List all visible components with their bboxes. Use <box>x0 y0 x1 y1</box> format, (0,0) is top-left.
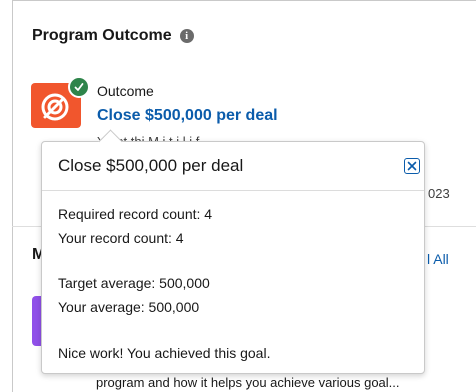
popover-divider <box>42 190 424 191</box>
view-all-link[interactable]: l All <box>427 251 449 267</box>
your-average: Your average: 500,000 <box>58 299 200 315</box>
check-icon <box>68 76 90 98</box>
goal-popover: Close $500,000 per deal Required record … <box>41 129 425 374</box>
info-icon[interactable]: i <box>179 29 194 43</box>
outcome-link[interactable]: Close $500,000 per deal <box>97 107 278 125</box>
section-title: Program Outcome <box>32 27 172 44</box>
required-record-count: Required record count: 4 <box>58 206 213 222</box>
section-header: Program Outcome i <box>32 27 194 45</box>
program-description: program and how it helps you achieve var… <box>96 375 400 390</box>
close-icon[interactable] <box>404 158 420 174</box>
target-average: Target average: 500,000 <box>58 275 210 291</box>
popover-title: Close $500,000 per deal <box>58 156 244 175</box>
obscured-date: 023 <box>428 186 450 201</box>
outcome-label: Outcome <box>97 83 154 99</box>
your-record-count: Your record count: 4 <box>58 230 184 246</box>
achievement-message: Nice work! You achieved this goal. <box>58 345 271 361</box>
